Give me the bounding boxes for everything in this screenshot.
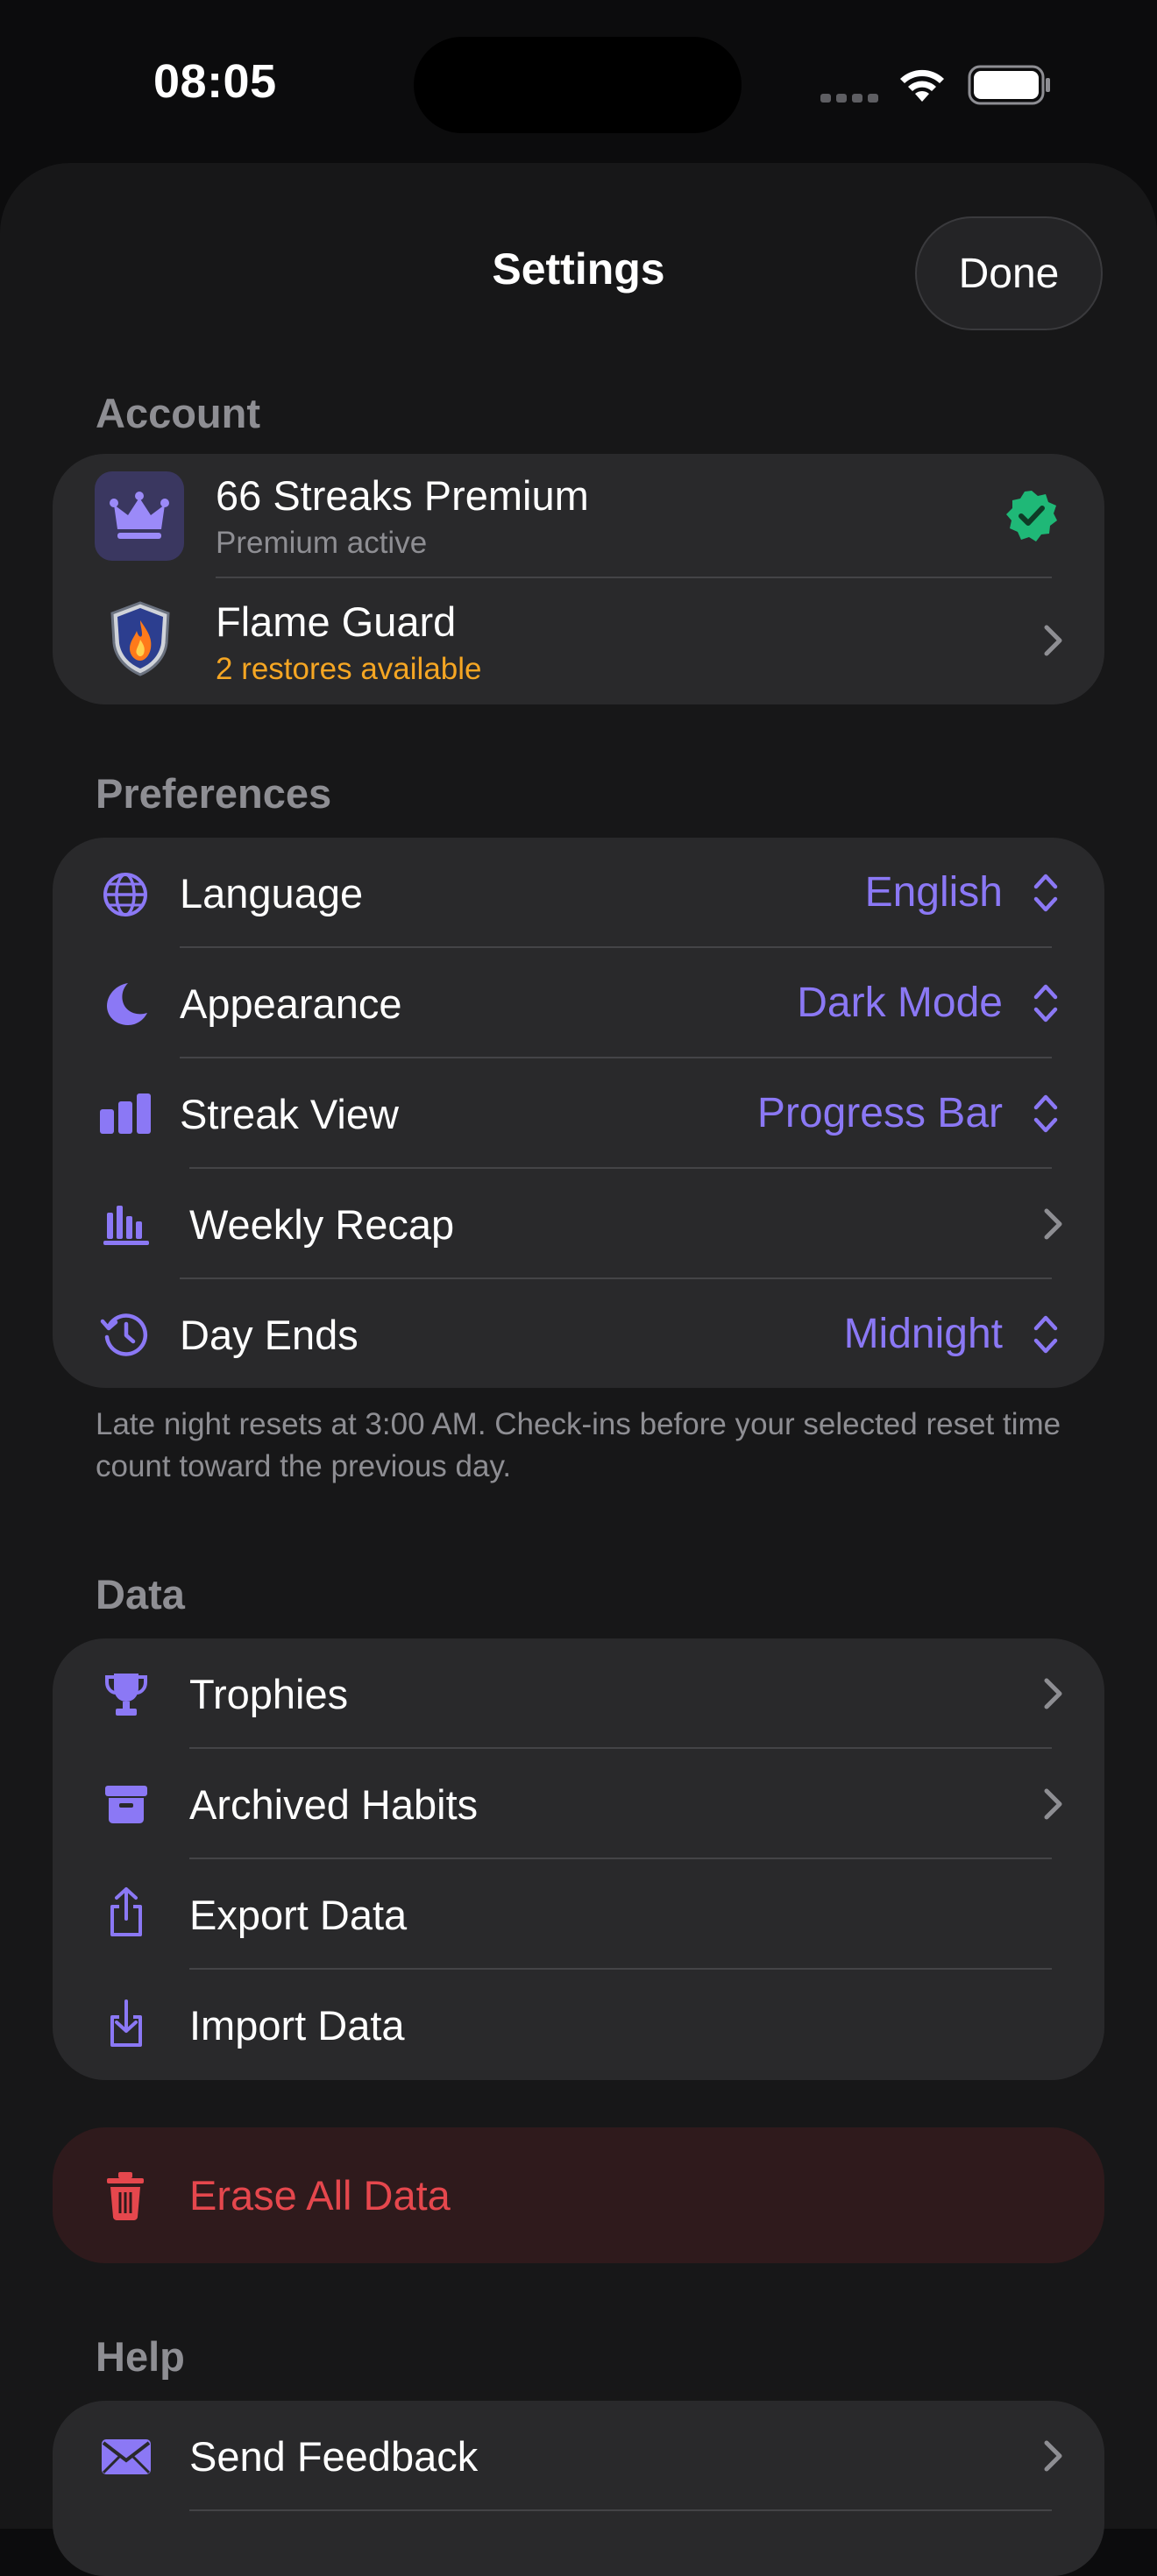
- preference-label: Streak View: [180, 1091, 399, 1137]
- status-time: 08:05: [153, 55, 277, 108]
- battery-icon: [968, 65, 1050, 105]
- shield-flame-icon: [110, 601, 170, 676]
- preference-row-language[interactable]: Language English: [53, 838, 1104, 948]
- flame-guard-title: Flame Guard: [216, 598, 457, 645]
- chevron-up-down-icon: [1033, 984, 1058, 1023]
- preferences-card: Language English Appearance Dark Mode St…: [53, 838, 1104, 1388]
- chevron-right-icon: [1044, 1788, 1062, 1820]
- data-row-archived-habits[interactable]: Archived Habits: [53, 1749, 1104, 1859]
- cellular-signal-icon: [820, 91, 884, 107]
- share-upload-icon: [110, 1887, 142, 1936]
- row-divider: [189, 2509, 1052, 2511]
- chevron-right-icon: [1044, 2440, 1062, 2472]
- preference-label: Day Ends: [180, 1312, 358, 1358]
- data-card: Trophies Archived Habits Export Data Imp…: [53, 1638, 1104, 2080]
- section-header-preferences: Preferences: [96, 770, 332, 817]
- erase-all-data-button[interactable]: Erase All Data: [53, 2127, 1104, 2263]
- help-label: Send Feedback: [189, 2433, 479, 2480]
- recap-chart-icon: [103, 1206, 149, 1245]
- wifi-icon: [900, 69, 944, 102]
- preference-label: Language: [180, 870, 364, 916]
- premium-subtitle: Premium active: [216, 526, 428, 560]
- data-row-import[interactable]: Import Data: [53, 1970, 1104, 2080]
- help-row-send-feedback[interactable]: Send Feedback: [53, 2401, 1104, 2511]
- archive-box-icon: [105, 1786, 147, 1823]
- data-label: Trophies: [189, 1671, 349, 1717]
- language-value[interactable]: English: [865, 868, 1003, 916]
- premium-title: 66 Streaks Premium: [216, 472, 589, 519]
- moon-icon: [107, 983, 147, 1025]
- clock-history-icon: [100, 1313, 148, 1356]
- preference-row-appearance[interactable]: Appearance Dark Mode: [53, 948, 1104, 1058]
- verified-badge-icon: [1006, 491, 1057, 541]
- data-label: Import Data: [189, 2002, 405, 2049]
- preference-label: Weekly Recap: [189, 1201, 455, 1248]
- help-card: Send Feedback: [53, 2401, 1104, 2576]
- globe-icon: [103, 873, 147, 916]
- day-ends-footnote: Late night resets at 3:00 AM. Check-ins …: [96, 1407, 1061, 1483]
- data-label: Export Data: [189, 1892, 408, 1938]
- section-header-data: Data: [96, 1571, 185, 1617]
- flame-guard-row[interactable]: Flame Guard 2 restores available: [53, 578, 1104, 704]
- appearance-value[interactable]: Dark Mode: [797, 979, 1003, 1027]
- preference-label: Appearance: [180, 980, 402, 1027]
- preference-row-day-ends[interactable]: Day Ends Midnight: [53, 1279, 1104, 1388]
- trophy-icon: [105, 1674, 147, 1716]
- chevron-up-down-icon: [1033, 874, 1058, 912]
- done-button[interactable]: Done: [915, 216, 1103, 330]
- chevron-right-icon: [1044, 1678, 1062, 1709]
- envelope-icon: [102, 2439, 151, 2474]
- trash-icon: [107, 2172, 144, 2220]
- chevron-right-icon: [1044, 1208, 1062, 1240]
- data-row-export[interactable]: Export Data: [53, 1859, 1104, 1970]
- chevron-up-down-icon: [1033, 1094, 1058, 1133]
- day-ends-value[interactable]: Midnight: [844, 1310, 1003, 1358]
- preference-row-weekly-recap[interactable]: Weekly Recap: [53, 1169, 1104, 1279]
- crown-icon: [95, 471, 184, 561]
- bar-chart-icon: [100, 1093, 151, 1134]
- flame-guard-subtitle: 2 restores available: [216, 652, 482, 686]
- data-row-trophies[interactable]: Trophies: [53, 1638, 1104, 1749]
- download-tray-icon: [110, 1999, 142, 2047]
- account-card: 66 Streaks Premium Premium active Flame …: [53, 454, 1104, 704]
- erase-label: Erase All Data: [189, 2172, 451, 2219]
- data-label: Archived Habits: [189, 1781, 479, 1828]
- premium-row[interactable]: 66 Streaks Premium Premium active: [53, 454, 1104, 578]
- streak-view-value[interactable]: Progress Bar: [757, 1089, 1003, 1137]
- dynamic-island: [414, 37, 742, 133]
- chevron-right-icon: [1044, 625, 1062, 656]
- chevron-up-down-icon: [1033, 1315, 1058, 1354]
- section-header-help: Help: [96, 2333, 185, 2380]
- preference-row-streak-view[interactable]: Streak View Progress Bar: [53, 1058, 1104, 1169]
- section-header-account: Account: [96, 390, 260, 436]
